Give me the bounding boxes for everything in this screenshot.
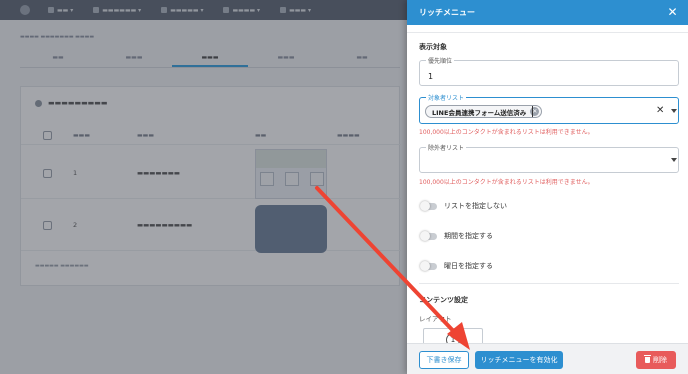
dropdown-arrow-icon[interactable] — [671, 109, 677, 113]
toggle-weekday[interactable]: 曜日を指定する — [420, 260, 493, 271]
divider — [419, 283, 679, 284]
panel-body: 表示対象 優先順位 1 対象者リスト LINE会員連携フォーム送信済み ✕ ✕ … — [407, 25, 688, 343]
toggle-period[interactable]: 期間を指定する — [420, 230, 493, 241]
priority-field[interactable]: 優先順位 1 — [419, 56, 679, 86]
layout-label: レイアウト — [419, 315, 452, 323]
section-title-display-target: 表示対象 — [419, 43, 447, 51]
text-caret — [532, 106, 533, 117]
activate-richmenu-button[interactable]: リッチメニューを有効化 — [475, 351, 563, 369]
priority-label: 優先順位 — [426, 56, 455, 65]
delete-label: 削除 — [653, 356, 667, 364]
layout-number: 1 — [446, 333, 460, 343]
toggle-switch[interactable] — [420, 230, 437, 241]
target-list-field[interactable]: 対象者リスト LINE会員連携フォーム送信済み ✕ ✕ — [419, 93, 679, 124]
panel-footer: 下書き保存 リッチメニューを有効化 削除 — [407, 343, 688, 374]
modal-overlay[interactable] — [0, 0, 407, 374]
close-icon[interactable]: ✕ — [665, 5, 680, 20]
target-list-warning: 100,000以上のコンタクトが含まれるリストは利用できません。 — [419, 129, 594, 136]
panel-title: リッチメニュー — [419, 8, 475, 17]
save-draft-button[interactable]: 下書き保存 — [419, 351, 469, 369]
panel-header: リッチメニュー ✕ — [407, 0, 688, 25]
trash-icon — [644, 355, 651, 363]
target-list-label: 対象者リスト — [426, 93, 467, 102]
dropdown-arrow-icon[interactable] — [671, 158, 677, 162]
divider — [407, 32, 688, 33]
exclude-list-label: 除外者リスト — [426, 143, 467, 152]
delete-button[interactable]: 削除 — [636, 351, 676, 369]
section-title-contents: コンテンツ設定 — [419, 296, 468, 304]
toggle-no-list[interactable]: リストを指定しない — [420, 200, 507, 211]
toggle-label: 曜日を指定する — [444, 262, 493, 270]
target-list-chip-label: LINE会員連携フォーム送信済み — [432, 108, 527, 117]
exclude-list-field[interactable]: 除外者リスト — [419, 143, 679, 173]
exclude-list-warning: 100,000以上のコンタクトが含まれるリストは利用できません。 — [419, 179, 594, 186]
priority-value: 1 — [428, 72, 434, 81]
richmenu-panel: リッチメニュー ✕ 表示対象 優先順位 1 対象者リスト LINE会員連携フォー… — [407, 0, 688, 374]
toggle-label: リストを指定しない — [444, 202, 507, 210]
clear-icon[interactable]: ✕ — [656, 106, 664, 116]
toggle-label: 期間を指定する — [444, 232, 493, 240]
toggle-switch[interactable] — [420, 200, 437, 211]
layout-selector[interactable]: 1 — [423, 328, 483, 343]
target-list-chip[interactable]: LINE会員連携フォーム送信済み ✕ — [425, 105, 543, 118]
toggle-switch[interactable] — [420, 260, 437, 271]
